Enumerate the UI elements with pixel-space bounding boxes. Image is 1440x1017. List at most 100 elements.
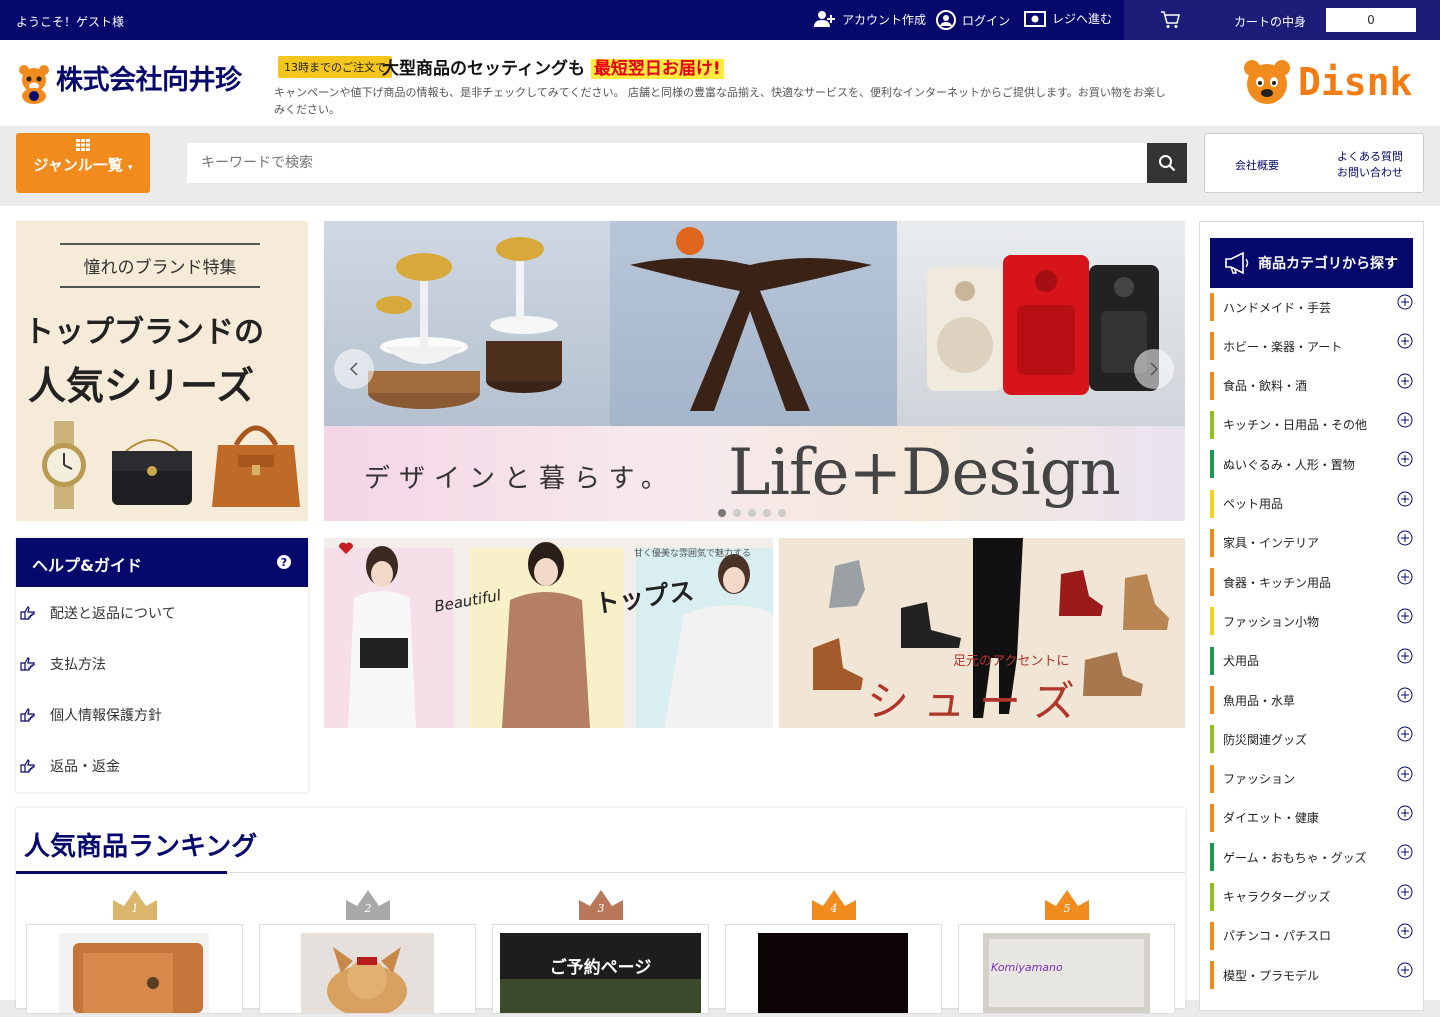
- slide-panel-mushroom: [324, 221, 610, 426]
- main-slider[interactable]: デザインと暮らす。 Life+Design: [324, 221, 1185, 521]
- expand-plus-icon[interactable]: [1397, 412, 1413, 428]
- expand-plus-icon[interactable]: [1397, 608, 1413, 624]
- category-item-diet[interactable]: ダイエット・健康: [1210, 803, 1413, 832]
- category-item-label: ダイエット・健康: [1223, 811, 1319, 826]
- slide-title: Life+Design: [728, 436, 1121, 510]
- expand-plus-icon[interactable]: [1397, 884, 1413, 900]
- help-item-shipping[interactable]: 配送と返品について: [16, 587, 308, 638]
- company-info-link[interactable]: 会社概要: [1235, 157, 1279, 173]
- rank-number: 2: [364, 902, 372, 915]
- checkout-link[interactable]: レジへ進む: [1024, 10, 1112, 27]
- product-image: [758, 933, 908, 1013]
- expand-plus-icon[interactable]: [1397, 923, 1413, 939]
- expand-plus-icon[interactable]: [1397, 451, 1413, 467]
- slider-prev-button[interactable]: [334, 349, 374, 389]
- brand-feature-banner[interactable]: 憧れのブランド特集 トップブランドの 人気シリーズ: [16, 221, 308, 521]
- expand-plus-icon[interactable]: [1397, 687, 1413, 703]
- category-item-label: 模型・プラモデル: [1223, 968, 1320, 983]
- black-bag-icon: [112, 439, 192, 505]
- welcome-text: ようこそ！ゲスト様: [16, 15, 125, 29]
- expand-plus-icon[interactable]: [1397, 373, 1413, 389]
- search-button[interactable]: [1147, 143, 1187, 183]
- category-item-dog[interactable]: 犬用品: [1210, 646, 1413, 675]
- product-image: Komiyamano: [983, 933, 1150, 1013]
- category-item-pet[interactable]: ペット用品: [1210, 489, 1413, 518]
- svg-text:?: ?: [281, 556, 287, 569]
- cart-box[interactable]: カートの中身 0: [1124, 0, 1440, 40]
- category-item-food[interactable]: 食品・飲料・酒: [1210, 371, 1413, 400]
- rank-card-3[interactable]: ご予約ページ: [492, 924, 709, 1014]
- faq-link[interactable]: よくある質問: [1335, 149, 1405, 165]
- expand-plus-icon[interactable]: [1397, 569, 1413, 585]
- expand-plus-icon[interactable]: [1397, 294, 1413, 310]
- expand-plus-icon[interactable]: [1397, 962, 1413, 978]
- category-item-label: 食器・キッチン用品: [1223, 575, 1332, 590]
- category-item-kitchen[interactable]: キッチン・日用品・その他: [1210, 410, 1413, 439]
- category-item-handmade[interactable]: ハンドメイド・手芸: [1210, 293, 1413, 321]
- help-item-returns[interactable]: 返品・返金: [16, 740, 308, 791]
- popular-ranking: 人気商品ランキング 1 2 3 4 5 ご予約ページ Komiyamano: [16, 808, 1185, 1017]
- dog-icon: [327, 947, 407, 1017]
- pointing-hand-icon: [20, 656, 35, 671]
- contact-link[interactable]: お問い合わせ: [1335, 165, 1405, 181]
- category-item-fashion[interactable]: ファッション: [1210, 764, 1413, 793]
- login-label: ログイン: [962, 13, 1011, 28]
- category-item-character[interactable]: キャラクターグッズ: [1210, 882, 1413, 911]
- category-item-fashion-accessories[interactable]: ファッション小物: [1210, 607, 1413, 636]
- expand-plus-icon[interactable]: [1397, 844, 1413, 860]
- expand-plus-icon[interactable]: [1397, 530, 1413, 546]
- grid-icon: [76, 139, 90, 151]
- help-guide-panel: ヘルプ&ガイド ? 配送と返品について 支払方法 個人情報保護方針 返品・返金: [16, 538, 308, 792]
- mascot-logo-icon: [19, 65, 49, 104]
- chevron-left-icon: [349, 362, 358, 376]
- expand-plus-icon[interactable]: [1397, 491, 1413, 507]
- expand-plus-icon[interactable]: [1397, 726, 1413, 742]
- rank-card-4[interactable]: [725, 924, 942, 1014]
- category-item-tableware[interactable]: 食器・キッチン用品: [1210, 568, 1413, 597]
- category-item-hobby[interactable]: ホビー・楽器・アート: [1210, 332, 1413, 361]
- expand-plus-icon[interactable]: [1397, 805, 1413, 821]
- create-account-link[interactable]: アカウント作成: [814, 10, 926, 28]
- help-title: ヘルプ&ガイド: [32, 556, 142, 575]
- category-item-label: 家具・インテリア: [1223, 536, 1320, 551]
- rank-number: 1: [131, 902, 139, 915]
- expand-plus-icon[interactable]: [1397, 333, 1413, 349]
- help-item-privacy[interactable]: 個人情報保護方針: [16, 689, 308, 740]
- slider-dot[interactable]: [733, 509, 741, 517]
- search-input[interactable]: [187, 143, 1147, 183]
- genre-list-button[interactable]: ジャンル一覧 ▾: [16, 133, 150, 193]
- help-item-payment[interactable]: 支払方法: [16, 638, 308, 689]
- category-item-furniture[interactable]: 家具・インテリア: [1210, 528, 1413, 557]
- slider-dot[interactable]: [718, 509, 726, 517]
- expand-plus-icon[interactable]: [1397, 648, 1413, 664]
- shoes-banner[interactable]: 足元のアクセントに シューズ: [779, 538, 1185, 728]
- nav-bar: ジャンル一覧 ▾ 会社概要 よくある質問 お問い合わせ: [0, 126, 1440, 206]
- product-image: ご予約ページ: [500, 933, 701, 1013]
- disnk-logo[interactable]: Disnk: [1242, 58, 1412, 106]
- pointing-hand-icon: [20, 758, 35, 773]
- money-icon: [1024, 10, 1046, 27]
- category-item-game[interactable]: ゲーム・おもちゃ・グッズ: [1210, 843, 1413, 872]
- company-name[interactable]: 株式会社向井珍: [56, 58, 242, 97]
- tops-banner[interactable]: Beautiful トップス 甘く優美な雰囲気で魅力する: [324, 538, 773, 728]
- category-item-plush[interactable]: ぬいぐるみ・人形・置物: [1210, 450, 1413, 479]
- rank-number: 5: [1063, 902, 1071, 915]
- rank-card-2[interactable]: [259, 924, 476, 1017]
- slider-dot[interactable]: [748, 509, 756, 517]
- category-item-label: ゲーム・おもちゃ・グッズ: [1223, 850, 1367, 865]
- rank-card-1[interactable]: [26, 924, 243, 1014]
- slide-subtitle: デザインと暮らす。: [364, 464, 676, 494]
- search-icon: [1159, 155, 1176, 172]
- rank-card-5[interactable]: Komiyamano: [958, 924, 1175, 1014]
- category-item-disaster[interactable]: 防災関連グッズ: [1210, 725, 1413, 754]
- category-item-fish[interactable]: 魚用品・水草: [1210, 686, 1413, 714]
- help-item-label: 配送と返品について: [50, 605, 176, 622]
- category-item-model[interactable]: 模型・プラモデル: [1210, 961, 1413, 990]
- slider-next-button[interactable]: [1134, 349, 1174, 389]
- login-link[interactable]: ログイン: [936, 10, 1010, 30]
- expand-plus-icon[interactable]: [1397, 766, 1413, 782]
- slider-dot[interactable]: [778, 509, 786, 517]
- slider-dot[interactable]: [763, 509, 771, 517]
- category-item-pachinko[interactable]: パチンコ・パチスロ: [1210, 921, 1413, 950]
- caret-down-icon: ▾: [127, 163, 133, 173]
